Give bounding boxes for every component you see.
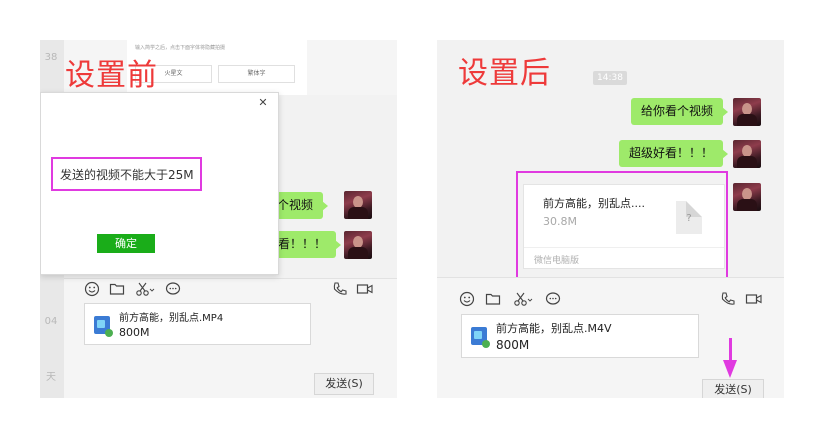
avatar[interactable] [344,231,372,259]
attachment-name: 前方高能，别乱点.MP4 [119,313,224,324]
emoji-icon[interactable] [459,291,475,307]
confirm-button[interactable]: 确定 [97,234,155,253]
session-time-label: 38 [44,52,58,63]
dialog-message: 发送的视频不能大于25M [60,168,194,182]
folder-icon[interactable] [109,281,125,297]
attachment-size: 800M [119,326,150,339]
message-text: 给你看个视频 [641,104,714,118]
attachment-name: 前方高能，别乱点.M4V [496,322,612,335]
send-button[interactable]: 发送(S) [702,379,764,398]
sent-message-bubble[interactable]: 给你看个视频 [631,98,729,125]
avatar[interactable] [344,191,372,219]
error-dialog: ✕ 发送的视频不能大于25M 确定 [40,92,279,275]
attachment-size: 800M [496,338,530,352]
video-file-icon [471,327,490,348]
phone-icon[interactable] [720,291,736,307]
pointer-arrow-head [723,360,737,378]
video-icon[interactable] [745,291,763,307]
video-file-icon [94,316,113,337]
session-time-label: 天 [46,372,56,383]
phone-icon[interactable] [332,281,348,297]
page-title: 设置前 [65,58,158,93]
folder-icon[interactable] [485,291,501,307]
avatar[interactable] [733,183,761,211]
sent-message-bubble[interactable]: 超级好看！！！ [619,140,729,167]
attachment-chip[interactable]: 前方高能，别乱点.M4V 800M [461,314,699,358]
send-button[interactable]: 发送(S) [314,373,374,395]
timestamp-badge: 14:38 [593,71,627,85]
chat-bubble-icon[interactable] [545,291,561,307]
highlight-box [516,171,728,292]
message-text: 超级好看！！！ [629,146,714,160]
chat-bubble-icon[interactable] [165,281,181,297]
font-option-button[interactable]: 繁体字 [218,65,295,83]
avatar[interactable] [733,140,761,168]
avatar[interactable] [733,98,761,126]
after-panel: 设置后 14:38 给你看个视频 超级好看！！！ 前方高能，别乱点.... 30… [437,40,784,398]
page-title: 设置后 [458,56,551,91]
scissors-icon[interactable] [513,291,535,307]
attachment-chip[interactable]: 前方高能，别乱点.MP4 800M [84,303,311,345]
before-panel: 38 04 天 输入简学之后，点击下面字体将隐藏拍摄 火星文 繁体字 你看个视频… [40,40,397,398]
close-icon[interactable]: ✕ [256,96,270,110]
session-time-label: 04 [44,316,58,327]
scissors-icon[interactable] [135,281,157,297]
video-icon[interactable] [356,281,374,297]
emoji-icon[interactable] [84,281,100,297]
